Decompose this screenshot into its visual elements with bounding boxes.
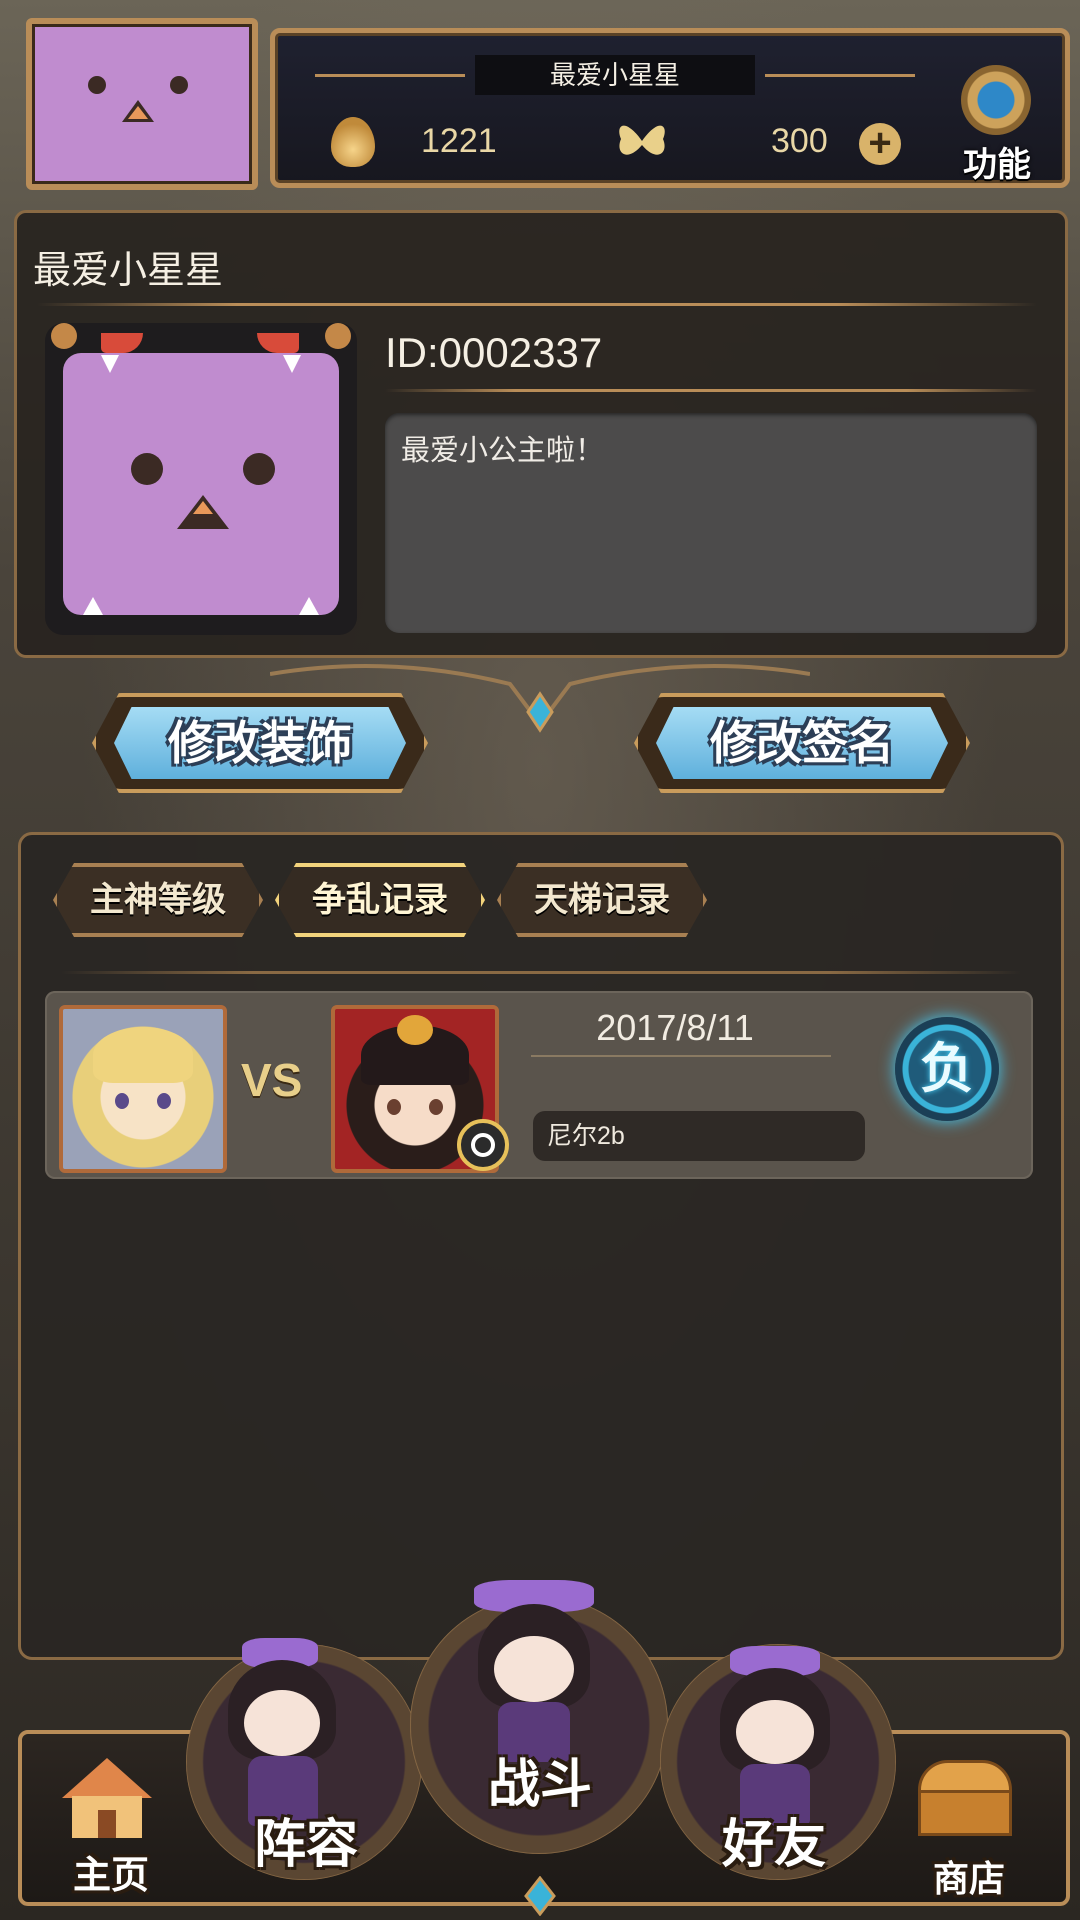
avatar-fang-top-right — [283, 355, 301, 373]
flame-icon — [331, 117, 375, 167]
function-button-label[interactable]: 功能 — [949, 137, 1045, 186]
avatar-eye-left — [88, 76, 106, 94]
portrait-eye — [115, 1093, 129, 1109]
portrait-eye — [157, 1093, 171, 1109]
portrait-eye — [429, 1099, 443, 1115]
character-face — [244, 1690, 320, 1756]
profile-panel: 最爱小星星 ID:0002337 最爱小公主啦！ — [14, 210, 1068, 658]
avatar-fang-bottom-right — [299, 597, 319, 615]
edit-signature-label: 修改签名 — [710, 717, 894, 769]
player-name: 最爱小星星 — [475, 55, 755, 95]
name-plate-line-right — [765, 74, 915, 77]
stamina-value: 1221 — [421, 122, 497, 160]
avatar-beak — [122, 100, 154, 122]
avatar-face — [63, 353, 339, 615]
profile-divider — [37, 303, 1037, 306]
profile-avatar[interactable] — [45, 323, 357, 635]
avatar-ear-right — [325, 323, 351, 349]
header-avatar[interactable] — [26, 18, 258, 190]
bottom-nav: 主页 阵容 战斗 好友 商店 — [0, 1580, 1080, 1920]
avatar-horn-right — [257, 333, 299, 353]
nav-center-gem-icon — [524, 1876, 556, 1916]
avatar-eye-right — [170, 76, 188, 94]
magnifier-icon[interactable] — [457, 1119, 509, 1171]
player-portrait — [59, 1005, 227, 1173]
edit-decoration-button[interactable]: 修改装饰 — [92, 693, 428, 793]
opponent-name-box: 尼尔2b — [533, 1111, 865, 1161]
vs-label: VS — [241, 1054, 303, 1106]
butterfly-icon — [619, 125, 665, 155]
tab-god-level[interactable]: 主神等级 — [53, 863, 263, 937]
result-badge: 负 — [895, 1017, 999, 1121]
tab-label: 天梯记录 — [534, 881, 670, 919]
edit-decoration-label: 修改装饰 — [168, 717, 352, 769]
id-divider — [385, 389, 1037, 392]
portrait-hair-ornament — [397, 1015, 433, 1045]
nav-home-label[interactable]: 主页 — [56, 1844, 166, 1899]
treasure-chest-icon[interactable] — [918, 1760, 1012, 1836]
portrait-hair — [93, 1027, 193, 1083]
portrait-eye — [387, 1099, 401, 1115]
tab-label: 主神等级 — [90, 881, 226, 919]
avatar-eye-left — [131, 453, 163, 485]
currency-value: 300 — [771, 122, 828, 160]
nav-team-label[interactable]: 阵容 — [226, 1802, 386, 1877]
tab-conflict-records[interactable]: 争乱记录 — [275, 863, 485, 937]
match-record-row[interactable]: VS 2017/8/11 尼尔2b 负 — [45, 991, 1033, 1179]
nav-friends-label[interactable]: 好友 — [694, 1802, 854, 1877]
home-icon[interactable] — [62, 1758, 152, 1838]
tab-ladder-records[interactable]: 天梯记录 — [497, 863, 707, 937]
chest-box — [918, 1790, 1012, 1836]
nav-battle-label[interactable]: 战斗 — [466, 1742, 614, 1817]
character-face — [494, 1636, 574, 1702]
signature-box: 最爱小公主啦！ — [385, 413, 1037, 633]
house-roof — [62, 1758, 152, 1798]
tab-divider — [61, 971, 1021, 974]
tab-label: 争乱记录 — [312, 881, 448, 919]
gear-icon[interactable] — [961, 65, 1031, 135]
profile-id: ID:0002337 — [385, 329, 603, 376]
records-panel: 主神等级 争乱记录 天梯记录 VS 2017/8/11 尼尔2b 负 — [18, 832, 1064, 1660]
avatar-eye-right — [243, 453, 275, 485]
signature-text: 最爱小公主啦！ — [401, 435, 605, 467]
add-currency-icon[interactable]: + — [859, 123, 901, 165]
character-face — [736, 1700, 814, 1764]
profile-name: 最爱小星星 — [33, 250, 224, 292]
avatar-fang-top-left — [101, 355, 119, 373]
opponent-name: 尼尔2b — [547, 1122, 625, 1150]
house-door — [98, 1810, 116, 1838]
match-date: 2017/8/11 — [596, 1007, 754, 1048]
name-plate-line-left — [315, 74, 465, 77]
top-bar: 最爱小星星 1221 300 + 功能 — [10, 8, 1070, 190]
resource-panel: 最爱小星星 1221 300 + 功能 — [270, 28, 1070, 188]
edit-signature-button[interactable]: 修改签名 — [634, 693, 970, 793]
avatar-fang-bottom-left — [83, 597, 103, 615]
nav-shop-label[interactable]: 商店 — [914, 1850, 1024, 1902]
avatar-horn-left — [101, 333, 143, 353]
avatar-beak — [177, 495, 229, 529]
result-label: 负 — [920, 1039, 974, 1099]
date-divider — [531, 1055, 831, 1057]
avatar-ear-left — [51, 323, 77, 349]
